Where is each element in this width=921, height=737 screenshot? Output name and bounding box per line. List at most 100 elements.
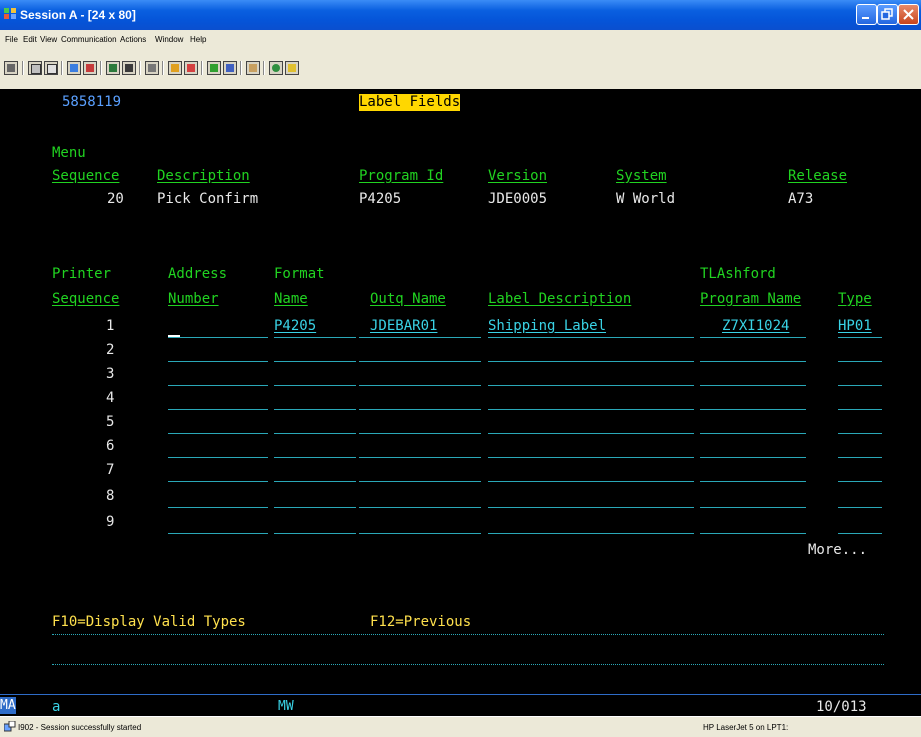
program-name-field[interactable] (700, 506, 806, 508)
program-name-field[interactable] (700, 456, 806, 458)
print-icon (7, 64, 15, 72)
outq-name-field[interactable] (359, 384, 481, 386)
clipboard-button[interactable] (246, 61, 260, 75)
program-id-value: P4205 (359, 191, 402, 207)
program-name-field[interactable] (700, 408, 806, 410)
address-number-field[interactable] (168, 336, 268, 338)
program-name-field[interactable] (700, 336, 806, 338)
address-number-field[interactable] (168, 506, 268, 508)
maximize-button[interactable] (877, 4, 898, 25)
outq-name-field[interactable] (359, 456, 481, 458)
toolbar-separator (162, 61, 164, 75)
format-name-field[interactable] (274, 532, 356, 534)
globe-icon (272, 64, 280, 72)
help-button[interactable] (285, 61, 299, 75)
printer-status: HP LaserJet 5 on LPT1: (703, 723, 789, 732)
type-field[interactable] (838, 506, 882, 508)
menu-help[interactable]: Help (190, 35, 206, 44)
format-name-field[interactable] (274, 480, 356, 482)
clipboard-icon (249, 64, 257, 72)
program-name-field[interactable] (700, 432, 806, 434)
address-number-field[interactable] (168, 384, 268, 386)
type-field[interactable]: HP01 (838, 318, 872, 335)
format-name-field[interactable] (274, 408, 356, 410)
type-field[interactable] (838, 432, 882, 434)
program-name-field[interactable] (700, 384, 806, 386)
web-button[interactable] (269, 61, 283, 75)
receive-button[interactable] (83, 61, 97, 75)
format-name-field[interactable] (274, 506, 356, 508)
play-macro-button[interactable] (207, 61, 221, 75)
type-field[interactable] (838, 384, 882, 386)
menu-communication[interactable]: Communication (61, 35, 117, 44)
menu-actions[interactable]: Actions (120, 35, 146, 44)
address-number-field[interactable] (168, 408, 268, 410)
label-description-field[interactable] (488, 336, 694, 338)
address-number-field[interactable] (168, 456, 268, 458)
label-description-field[interactable] (488, 456, 694, 458)
format-name-field[interactable] (274, 432, 356, 434)
keyboard-button[interactable] (122, 61, 136, 75)
outq-name-field[interactable] (359, 360, 481, 362)
type-field[interactable] (838, 336, 882, 338)
header-sequence: Sequence (52, 168, 120, 184)
f12-key-prompt[interactable]: F12=Previous (370, 614, 471, 631)
menu-window[interactable]: Window (155, 35, 183, 44)
header-version: Version (488, 168, 548, 184)
header-description: Description (157, 168, 250, 184)
outq-name-field[interactable]: JDEBAR01 (370, 318, 437, 335)
program-name-field[interactable] (700, 360, 806, 362)
outq-name-field[interactable] (359, 480, 481, 482)
address-number-field[interactable] (168, 432, 268, 434)
type-field[interactable] (838, 532, 882, 534)
outq-name-field[interactable] (359, 336, 481, 338)
macro-button[interactable] (145, 61, 159, 75)
outq-name-field[interactable] (359, 506, 481, 508)
stop-macro-button[interactable] (184, 61, 198, 75)
type-field[interactable] (838, 360, 882, 362)
play-icon (210, 64, 218, 72)
label-description-field[interactable] (488, 360, 694, 362)
format-name-field[interactable] (274, 384, 356, 386)
type-field[interactable] (838, 456, 882, 458)
address-number-field[interactable] (168, 480, 268, 482)
format-name-field[interactable] (274, 456, 356, 458)
label-description-field[interactable] (488, 506, 694, 508)
menu-file[interactable]: File (5, 35, 18, 44)
f10-key-prompt[interactable]: F10=Display Valid Types (52, 614, 246, 631)
address-number-field[interactable] (168, 360, 268, 362)
menu-edit[interactable]: Edit (23, 35, 37, 44)
label-description-field[interactable] (488, 384, 694, 386)
copy-button[interactable] (44, 61, 58, 75)
label-description-field[interactable] (488, 480, 694, 482)
record-macro-button[interactable] (168, 61, 182, 75)
row-sequence: 1 (106, 318, 115, 334)
label-description-field[interactable] (488, 432, 694, 434)
cut-button[interactable] (28, 61, 42, 75)
menu-view[interactable]: View (40, 35, 57, 44)
toolbar (0, 49, 921, 90)
program-name-field[interactable]: Z7XI1024 (722, 318, 789, 335)
print-screen-button[interactable] (4, 61, 18, 75)
send-button[interactable] (67, 61, 81, 75)
display-button[interactable] (106, 61, 120, 75)
label-description-field[interactable] (488, 408, 694, 410)
minimize-button[interactable] (856, 4, 877, 25)
label-description-field[interactable] (488, 532, 694, 534)
type-field[interactable] (838, 408, 882, 410)
edit-macro-button[interactable] (223, 61, 237, 75)
format-name-field[interactable] (274, 360, 356, 362)
row-sequence: 5 (106, 414, 115, 430)
address-number-field[interactable] (168, 532, 268, 534)
format-name-field[interactable]: P4205 (274, 318, 316, 335)
outq-name-field[interactable] (359, 432, 481, 434)
program-name-field[interactable] (700, 480, 806, 482)
type-field[interactable] (838, 480, 882, 482)
outq-name-field[interactable] (359, 408, 481, 410)
label-description-field[interactable]: Shipping Label (488, 318, 606, 335)
program-name-field[interactable] (700, 532, 806, 534)
close-button[interactable] (898, 4, 919, 25)
format-name-field[interactable] (274, 336, 356, 338)
outq-name-field[interactable] (359, 532, 481, 534)
menu-description-value: Pick Confirm (157, 191, 259, 207)
